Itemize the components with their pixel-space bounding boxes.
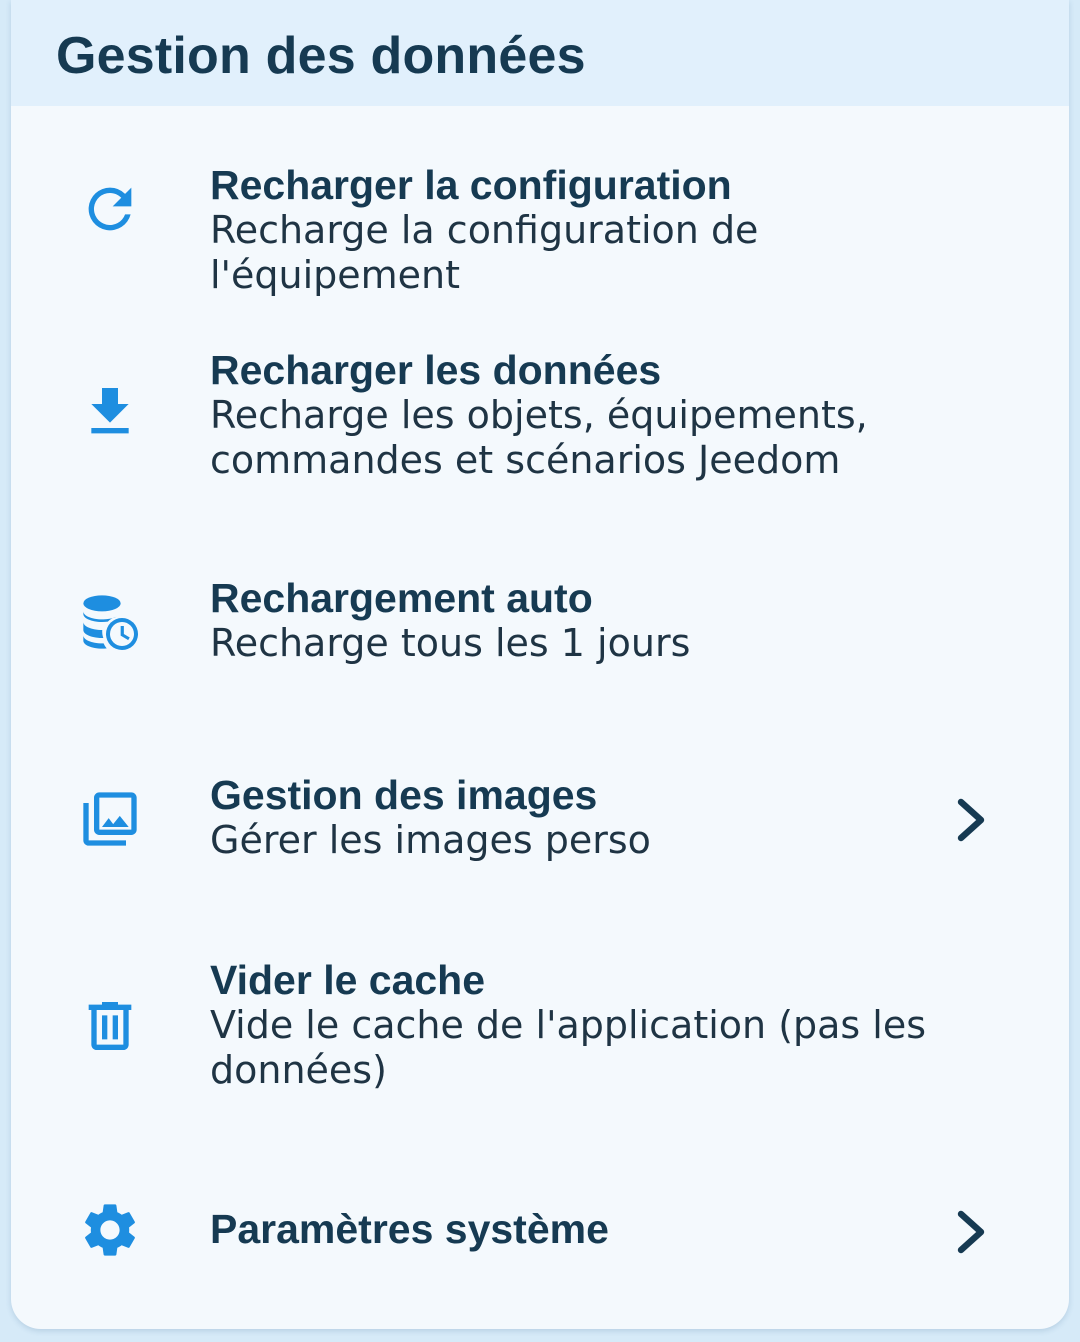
item-subtitle-line2: commandes et scénarios Jeedom: [210, 438, 841, 482]
item-title: Paramètres système: [210, 1206, 609, 1252]
section-title: Gestion des données: [56, 27, 586, 85]
item-subtitle: Recharge tous les 1 jours: [210, 621, 691, 665]
clear-cache-item[interactable]: Vider le cache Vide le cache de l'applic…: [11, 945, 1069, 1105]
chevron-right-icon: [953, 798, 989, 842]
chevron-right-icon: [953, 1210, 989, 1254]
system-settings-item[interactable]: Paramètres système: [11, 1180, 1069, 1280]
item-subtitle: Gérer les images perso: [210, 818, 651, 862]
item-title: Recharger la configuration: [210, 162, 732, 208]
download-icon: [75, 377, 145, 447]
trash-icon: [75, 991, 145, 1061]
auto-reload-item[interactable]: Rechargement auto Recharge tous les 1 jo…: [11, 563, 1069, 683]
item-title: Rechargement auto: [210, 575, 593, 621]
item-subtitle-line1: Vide le cache de l'application (pas les: [210, 1003, 927, 1047]
item-subtitle: Recharge la configuration de l'équipemen…: [210, 208, 759, 297]
database-clock-icon: [75, 587, 145, 657]
gear-icon: [75, 1195, 145, 1265]
item-subtitle-line2: données): [210, 1048, 387, 1092]
item-subtitle-line1: Recharge les objets, équipements,: [210, 393, 868, 437]
image-collection-icon: [75, 784, 145, 854]
reload-data-item[interactable]: Recharger les données Recharge les objet…: [11, 335, 1069, 495]
item-title: Vider le cache: [210, 957, 486, 1003]
refresh-icon: [75, 174, 145, 244]
item-title: Recharger les données: [210, 347, 662, 393]
item-title: Gestion des images: [210, 772, 598, 818]
data-management-card: Gestion des données Recharger la configu…: [11, 0, 1069, 1329]
reload-config-item[interactable]: Recharger la configuration Recharge la c…: [11, 150, 1069, 297]
card-header: Gestion des données: [11, 0, 1069, 106]
image-management-item[interactable]: Gestion des images Gérer les images pers…: [11, 760, 1069, 880]
